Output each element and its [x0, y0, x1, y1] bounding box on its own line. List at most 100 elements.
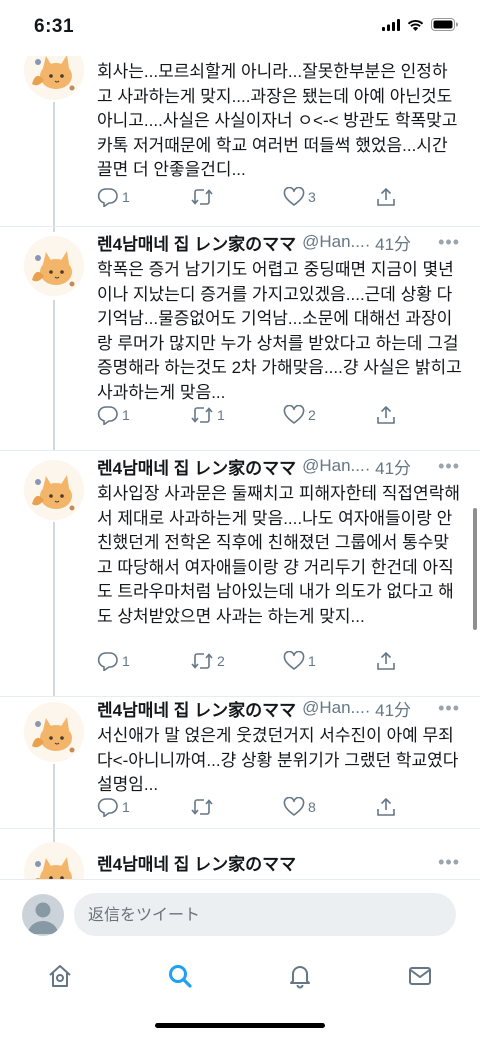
more-options-icon[interactable]: ••• [438, 852, 460, 873]
wifi-icon [407, 19, 424, 31]
signal-bars-icon [382, 18, 400, 31]
reply-count: 1 [122, 189, 130, 205]
reply-button[interactable]: 1 [97, 796, 130, 818]
retweet-button[interactable]: 2 [190, 650, 225, 672]
avatar[interactable] [24, 842, 84, 879]
avatar-icon [24, 236, 84, 296]
share-icon [377, 652, 395, 670]
reply-input[interactable] [74, 893, 456, 936]
retweet-icon [191, 653, 213, 669]
user-handle: @Han... [302, 456, 365, 475]
like-count: 8 [308, 799, 316, 815]
default-avatar-icon[interactable] [22, 894, 64, 936]
retweet-button[interactable]: 1 [190, 404, 225, 426]
timestamp: · 41分 [364, 700, 412, 720]
tweet-header: 렌4남매네 집 レン家のママ @Han... · 41分 ••• [97, 696, 460, 720]
tweet-header: 렌4남매네 집 レン家のママ @Han... · 41分 ••• [97, 454, 460, 478]
timestamp: · 41分 [364, 458, 412, 478]
more-options-icon[interactable]: ••• [438, 232, 460, 253]
retweet-button[interactable] [190, 186, 217, 208]
share-button[interactable] [376, 404, 396, 426]
display-name[interactable]: 렌4남매네 집 レン家のママ [97, 850, 296, 875]
like-count: 2 [308, 407, 316, 423]
reply-bar [0, 879, 480, 947]
tweet-actions: 1 8 [97, 796, 397, 818]
share-icon [377, 188, 395, 206]
avatar-icon [24, 702, 84, 762]
display-name[interactable]: 렌4남매네 집 レン家のママ [97, 230, 296, 255]
avatar[interactable] [24, 460, 84, 520]
like-button[interactable]: 2 [283, 404, 316, 426]
retweet-count: 1 [217, 407, 225, 423]
tweet-text: 학폭은 증거 남기기도 어렵고 중딩때면 지금이 몇년이나 지났는디 증거를 가… [97, 260, 462, 402]
more-options-icon[interactable]: ••• [438, 456, 460, 477]
like-count: 1 [308, 653, 316, 669]
retweet-count: 2 [217, 653, 225, 669]
reply-button[interactable]: 1 [97, 404, 130, 426]
tweet-header: 렌4남매네 집 レン家のママ @Han... · 41分 ••• [97, 230, 460, 254]
share-icon [377, 406, 395, 424]
retweet-button[interactable] [190, 796, 217, 818]
avatar-icon [24, 460, 84, 520]
reply-button[interactable]: 1 [97, 186, 130, 208]
tweet-actions: 1 1 2 [97, 404, 397, 426]
tweet-actions: 1 2 1 [97, 650, 397, 672]
heart-icon [283, 797, 305, 816]
tab-home[interactable] [43, 959, 77, 993]
tweet-text: 회사는...모르쇠할게 아니라...잘못한부분은 인정하고 사과하는게 맞지..… [97, 62, 458, 179]
reply-icon [97, 798, 118, 817]
home-icon [49, 965, 71, 987]
status-bar: 6:31 [0, 0, 480, 56]
tweet[interactable]: 렌4남매네 집 レン家のママ @Han... · 41分 ••• 회사입장 사과… [0, 450, 480, 696]
reply-icon [97, 652, 118, 671]
tweet-thread: 회사는...모르쇠할게 아니라...잘못한부분은 인정하고 사과하는게 맞지..… [0, 56, 480, 879]
user-handle: @Han... [302, 698, 365, 717]
status-icons [382, 18, 458, 31]
share-button[interactable] [376, 650, 396, 672]
more-options-icon[interactable]: ••• [438, 698, 460, 719]
timestamp: · 41分 [364, 234, 412, 254]
avatar-icon [24, 842, 84, 879]
like-count: 3 [308, 189, 316, 205]
battery-icon [431, 18, 458, 31]
tweet-text: 회사입장 사과문은 둘째치고 피해자한테 직접연락해서 제대로 사과하는게 맞음… [97, 484, 460, 626]
retweet-icon [191, 189, 213, 205]
share-button[interactable] [376, 796, 396, 818]
reply-icon [97, 406, 118, 425]
tweet-actions: 1 3 [97, 186, 397, 208]
tab-notifications[interactable] [283, 959, 317, 993]
search-icon [169, 965, 192, 988]
tweet[interactable]: 렌4남매네 집 レン家のママ @Han... · 41分 ••• 서신애가 말 … [0, 696, 480, 846]
tab-search[interactable] [163, 959, 197, 993]
share-button[interactable] [376, 186, 396, 208]
reply-count: 1 [122, 653, 130, 669]
reply-count: 1 [122, 407, 130, 423]
scrollbar[interactable] [473, 508, 477, 630]
like-button[interactable]: 8 [283, 796, 316, 818]
display-name[interactable]: 렌4남매네 집 レン家のママ [97, 696, 296, 721]
tweet-text: 서신애가 말 얹은게 웃겼던거지 서수진이 아예 무죄다<-아니니까여...걍 … [97, 726, 459, 794]
avatar[interactable] [24, 56, 84, 100]
tweet-header: 렌4남매네 집 レン家のママ ••• [97, 850, 460, 874]
heart-icon [283, 405, 305, 424]
home-indicator [155, 1023, 325, 1028]
tab-messages[interactable] [403, 959, 437, 993]
tab-bar [0, 947, 480, 1039]
display-name[interactable]: 렌4남매네 집 レン家のママ [97, 454, 296, 479]
reply-count: 1 [122, 799, 130, 815]
status-time: 6:31 [34, 16, 75, 37]
reply-icon [97, 188, 118, 207]
avatar[interactable] [24, 236, 84, 296]
like-button[interactable]: 3 [283, 186, 316, 208]
like-button[interactable]: 1 [283, 650, 316, 672]
user-handle: @Han... [302, 232, 365, 251]
retweet-icon [191, 407, 213, 423]
avatar-icon [24, 56, 84, 100]
avatar[interactable] [24, 702, 84, 762]
reply-button[interactable]: 1 [97, 650, 130, 672]
heart-icon [283, 187, 305, 206]
tweet[interactable]: 렌4남매네 집 レン家のママ @Han... · 41分 ••• 학폭은 증거 … [0, 226, 480, 450]
tweet[interactable]: 회사는...모르쇠할게 아니라...잘못한부분은 인정하고 사과하는게 맞지..… [0, 56, 480, 226]
messages-icon [409, 967, 431, 985]
tweet[interactable]: 렌4남매네 집 レン家のママ ••• [0, 828, 480, 879]
